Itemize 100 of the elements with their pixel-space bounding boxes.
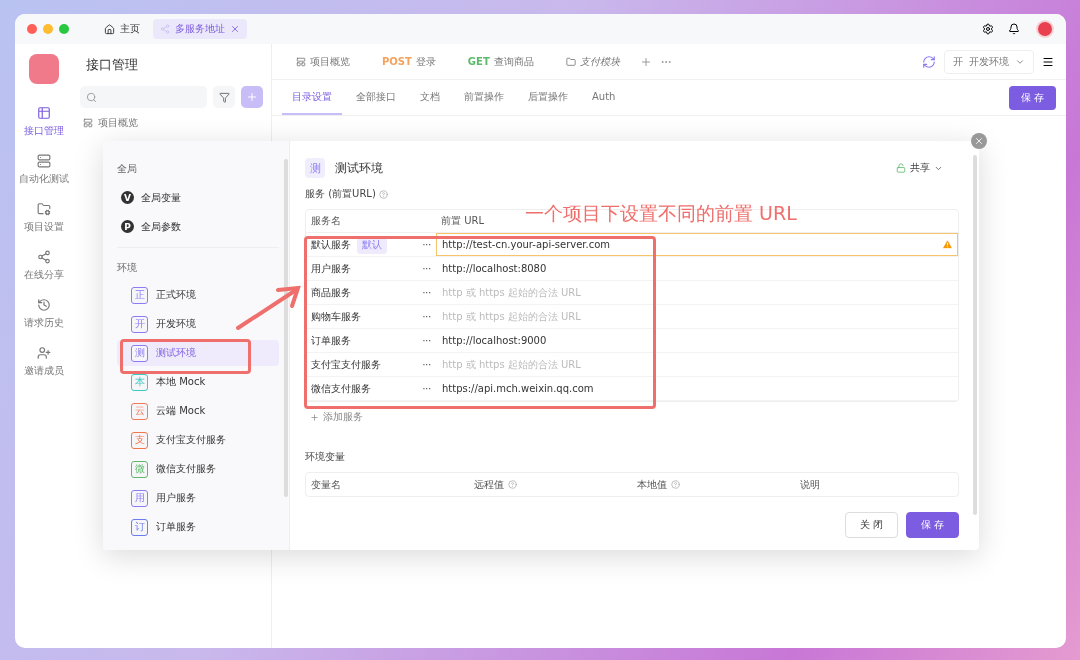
window-tab[interactable]: 多服务地址 <box>153 19 247 39</box>
environment-badge: 支 <box>131 431 148 449</box>
rail-item[interactable]: 接口管理 <box>23 106 64 138</box>
close-button[interactable] <box>971 133 987 149</box>
help-icon[interactable] <box>378 189 388 199</box>
save-button[interactable]: 保 存 <box>1008 85 1056 110</box>
column-header: 服务名 <box>310 214 342 228</box>
sub-tab[interactable]: 目录设置 <box>282 80 342 115</box>
environment-item[interactable]: 用 用户服务 <box>117 485 279 511</box>
environment-item[interactable]: 微 微信支付服务 <box>117 456 279 482</box>
service-name: 购物车服务 <box>311 309 361 324</box>
window-tab[interactable]: 主页 <box>97 19 147 39</box>
more-button[interactable]: ··· <box>422 311 431 322</box>
environment-badge: 云 <box>131 402 148 420</box>
environment-item[interactable]: 正 正式环境 <box>117 282 279 308</box>
overview-icon <box>83 118 93 128</box>
plus-icon <box>310 412 319 422</box>
rail-icon <box>36 250 51 264</box>
close-window-button[interactable] <box>27 24 37 34</box>
scrollbar[interactable] <box>973 155 977 515</box>
column-header: 说明 <box>800 477 820 492</box>
home-icon <box>104 23 115 35</box>
sub-tab[interactable]: 全部接口 <box>346 80 406 115</box>
avatar[interactable] <box>1036 20 1054 38</box>
filter-button[interactable] <box>213 86 235 108</box>
environment-select[interactable]: 开 开发环境 <box>944 49 1034 74</box>
environment-item[interactable]: 本 本地 Mock <box>117 369 279 395</box>
bell-icon[interactable] <box>1008 23 1020 35</box>
annotation-text: 一个项目下设置不同的前置 URL <box>525 201 797 226</box>
maximize-window-button[interactable] <box>59 24 69 34</box>
help-icon[interactable] <box>508 480 517 489</box>
add-tab-icon[interactable] <box>639 55 652 68</box>
section-heading: 环境 <box>117 261 138 275</box>
environment-badge: 订 <box>131 518 148 536</box>
more-button[interactable]: ··· <box>422 383 431 394</box>
menu-icon[interactable] <box>1042 55 1054 68</box>
sub-tab[interactable]: 前置操作 <box>454 80 514 115</box>
section-heading: 服务 (前置URL) <box>305 187 376 201</box>
sub-tab[interactable]: 文档 <box>410 80 450 115</box>
service-name: 用户服务 <box>311 261 351 276</box>
more-button[interactable]: ··· <box>422 287 431 298</box>
close-icon[interactable] <box>230 24 240 34</box>
column-header: 变量名 <box>311 477 341 492</box>
sub-tab[interactable]: 后置操作 <box>518 80 578 115</box>
service-name: 默认服务 <box>311 237 351 252</box>
minimize-window-button[interactable] <box>43 24 53 34</box>
refresh-icon[interactable] <box>922 54 936 69</box>
close-button[interactable]: 关 闭 <box>844 512 898 538</box>
search-icon <box>86 91 97 103</box>
rail-item[interactable]: 自动化测试 <box>18 154 69 186</box>
document-tab[interactable]: 支付模块 <box>553 54 632 69</box>
environment-badge: 测 <box>131 344 148 362</box>
rail-item[interactable]: 在线分享 <box>23 250 64 282</box>
sub-tab[interactable]: Auth <box>582 80 626 115</box>
rail-item[interactable]: 邀请成员 <box>23 346 64 378</box>
url-field[interactable]: http://localhost:8080 <box>436 257 958 280</box>
more-button[interactable]: ··· <box>422 359 431 370</box>
service-name: 支付宝支付服务 <box>311 357 381 372</box>
environment-item[interactable]: 云 云端 Mock <box>117 398 279 424</box>
more-button[interactable]: ··· <box>422 335 431 346</box>
environment-badge: 正 <box>131 286 148 304</box>
folder-icon <box>565 56 576 67</box>
url-field[interactable]: http 或 https 起始的合法 URL <box>436 353 958 376</box>
document-tab[interactable]: POST 登录 <box>370 54 448 69</box>
url-field[interactable]: http://test-cn.your-api-server.com <box>436 233 958 256</box>
url-field[interactable]: http 或 https 起始的合法 URL <box>436 305 958 328</box>
url-field[interactable]: https://api.mch.weixin.qq.com <box>436 377 958 400</box>
environment-item[interactable]: 开 开发环境 <box>117 311 279 337</box>
method-label: GET <box>467 56 490 67</box>
url-field[interactable]: http://localhost:9000 <box>436 329 958 352</box>
service-name: 微信支付服务 <box>311 381 371 396</box>
global-item[interactable]: P 全局参数 <box>117 212 279 241</box>
tab-label: 登录 <box>415 54 436 69</box>
rail-icon <box>36 346 51 360</box>
rail-item[interactable]: 项目设置 <box>23 202 64 234</box>
add-service-link[interactable]: 添加服务 <box>305 410 363 424</box>
share-button[interactable]: 共享 <box>890 160 949 176</box>
badge-icon: P <box>121 220 134 233</box>
environment-item[interactable]: 订 订单服务 <box>117 514 279 540</box>
url-field[interactable]: http 或 https 起始的合法 URL <box>436 281 958 304</box>
global-item[interactable]: V 全局变量 <box>117 183 279 212</box>
document-tab[interactable]: 项目概览 <box>284 54 362 69</box>
save-button[interactable]: 保 存 <box>905 512 959 538</box>
environment-label: 开发环境 <box>969 54 1009 69</box>
environment-item[interactable]: 测 测试环境 <box>117 340 279 366</box>
add-button[interactable] <box>241 86 263 108</box>
environment-initial: 开 <box>953 54 963 69</box>
document-tab[interactable]: GET 查询商品 <box>455 54 546 69</box>
more-button[interactable]: ··· <box>422 239 431 250</box>
environment-badge: 测 <box>305 158 325 178</box>
badge-icon: V <box>121 191 134 204</box>
environment-badge: 开 <box>131 315 148 333</box>
app-logo <box>28 54 59 84</box>
search-field[interactable] <box>80 86 207 108</box>
help-icon[interactable] <box>671 480 680 489</box>
tree-item[interactable]: 项目概览 <box>80 116 263 130</box>
more-button[interactable]: ··· <box>422 263 431 274</box>
environment-item[interactable]: 支 支付宝支付服务 <box>117 427 279 453</box>
rail-item[interactable]: 请求历史 <box>23 298 64 330</box>
settings-icon[interactable] <box>982 23 994 35</box>
